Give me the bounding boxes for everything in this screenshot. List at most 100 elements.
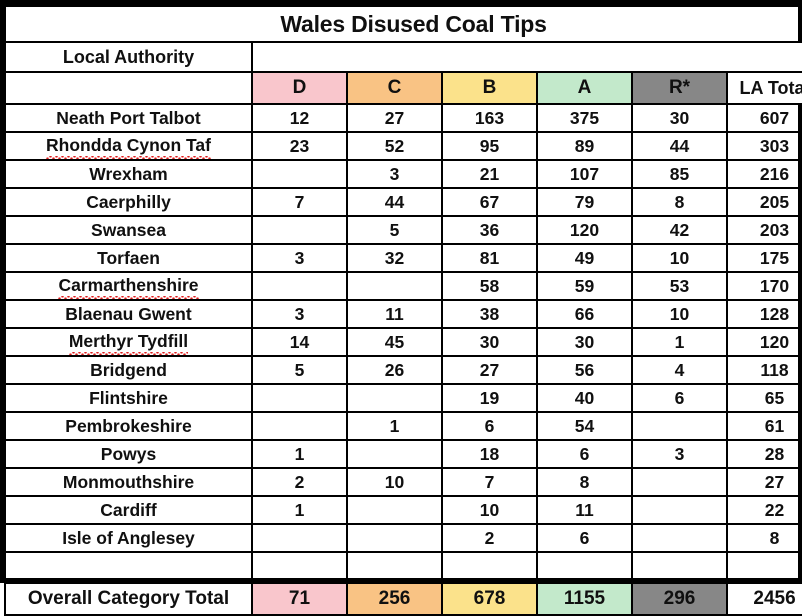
cell-a[interactable]: 8 (536, 467, 633, 497)
authority-name-cell[interactable]: Caerphilly (4, 187, 253, 217)
cell-a[interactable]: 6 (536, 439, 633, 469)
overall-total-r[interactable]: 296 (631, 581, 728, 616)
cell-b[interactable]: 2 (441, 523, 538, 553)
cell-r[interactable] (631, 495, 728, 525)
cell-la-total[interactable]: 128 (725, 299, 802, 329)
cell-a[interactable]: 49 (536, 243, 633, 273)
authority-name-cell[interactable]: Neath Port Talbot (4, 103, 253, 133)
cell-la-total[interactable]: 61 (725, 411, 802, 441)
cell-la-total[interactable]: 175 (725, 243, 802, 273)
cell-r[interactable]: 53 (631, 271, 728, 301)
cell-la-total[interactable]: 216 (725, 159, 802, 189)
cell-la-total[interactable]: 27 (725, 467, 802, 497)
cell-b[interactable]: 95 (441, 131, 538, 161)
cell-d[interactable]: 1 (251, 495, 348, 525)
cell-c[interactable]: 3 (346, 159, 443, 189)
authority-name-cell[interactable]: Blaenau Gwent (4, 299, 253, 329)
authority-name-cell[interactable]: Torfaen (4, 243, 253, 273)
column-header-c[interactable]: C (346, 71, 443, 105)
cell-la-total[interactable]: 118 (725, 355, 802, 385)
cell-r[interactable]: 85 (631, 159, 728, 189)
authority-name-cell[interactable]: Swansea (4, 215, 253, 245)
cell-r[interactable]: 3 (631, 439, 728, 469)
cell-b[interactable]: 27 (441, 355, 538, 385)
authority-name-cell[interactable]: Rhondda Cynon Taf (4, 131, 253, 161)
cell-a[interactable]: 30 (536, 327, 633, 357)
authority-name-cell[interactable]: Monmouthshire (4, 467, 253, 497)
cell-d[interactable]: 3 (251, 299, 348, 329)
column-header-b[interactable]: B (441, 71, 538, 105)
authority-name-cell[interactable]: Pembrokeshire (4, 411, 253, 441)
cell-r[interactable]: 4 (631, 355, 728, 385)
cell-a[interactable]: 11 (536, 495, 633, 525)
cell-r[interactable] (631, 523, 728, 553)
cell-b[interactable]: 38 (441, 299, 538, 329)
cell-c[interactable]: 44 (346, 187, 443, 217)
overall-total-a[interactable]: 1155 (536, 581, 633, 616)
cell-a[interactable]: 56 (536, 355, 633, 385)
authority-name-cell[interactable]: Cardiff (4, 495, 253, 525)
cell-c[interactable]: 1 (346, 411, 443, 441)
cell-d[interactable] (251, 523, 348, 553)
cell-d[interactable] (251, 271, 348, 301)
cell-b[interactable]: 81 (441, 243, 538, 273)
cell-c[interactable] (346, 495, 443, 525)
cell-la-total[interactable]: 22 (725, 495, 802, 525)
cell-r[interactable]: 42 (631, 215, 728, 245)
cell-c[interactable] (346, 383, 443, 413)
cell-d[interactable] (251, 411, 348, 441)
cell-a[interactable]: 79 (536, 187, 633, 217)
cell-a[interactable]: 107 (536, 159, 633, 189)
cell-d[interactable]: 1 (251, 439, 348, 469)
column-header-la-total[interactable]: LA Total (725, 71, 802, 105)
cell-a[interactable]: 54 (536, 411, 633, 441)
cell-d[interactable]: 5 (251, 355, 348, 385)
authority-name-cell[interactable]: Powys (4, 439, 253, 469)
cell-r[interactable]: 10 (631, 299, 728, 329)
cell-a[interactable]: 120 (536, 215, 633, 245)
cell-d[interactable] (251, 159, 348, 189)
cell-la-total[interactable]: 8 (725, 523, 802, 553)
cell-c[interactable]: 10 (346, 467, 443, 497)
cell-d[interactable] (251, 383, 348, 413)
cell-b[interactable]: 67 (441, 187, 538, 217)
overall-total-la-total[interactable]: 2456 (725, 581, 802, 616)
cell-c[interactable]: 5 (346, 215, 443, 245)
cell-a[interactable]: 66 (536, 299, 633, 329)
cell-c[interactable] (346, 439, 443, 469)
cell-d[interactable]: 7 (251, 187, 348, 217)
cell-la-total[interactable]: 205 (725, 187, 802, 217)
authority-name-cell[interactable]: Isle of Anglesey (4, 523, 253, 553)
column-header-r[interactable]: R* (631, 71, 728, 105)
cell-c[interactable]: 11 (346, 299, 443, 329)
overall-total-b[interactable]: 678 (441, 581, 538, 616)
cell-r[interactable] (631, 467, 728, 497)
cell-d[interactable]: 14 (251, 327, 348, 357)
cell-d[interactable]: 23 (251, 131, 348, 161)
cell-b[interactable]: 6 (441, 411, 538, 441)
cell-r[interactable]: 30 (631, 103, 728, 133)
cell-c[interactable]: 52 (346, 131, 443, 161)
authority-name-cell[interactable]: Wrexham (4, 159, 253, 189)
authority-name-cell[interactable]: Merthyr Tydfill (4, 327, 253, 357)
cell-r[interactable]: 6 (631, 383, 728, 413)
authority-name-cell[interactable]: Bridgend (4, 355, 253, 385)
cell-c[interactable]: 45 (346, 327, 443, 357)
cell-b[interactable]: 7 (441, 467, 538, 497)
cell-b[interactable]: 21 (441, 159, 538, 189)
cell-b[interactable]: 18 (441, 439, 538, 469)
cell-la-total[interactable]: 120 (725, 327, 802, 357)
cell-d[interactable] (251, 215, 348, 245)
cell-r[interactable]: 10 (631, 243, 728, 273)
cell-r[interactable] (631, 411, 728, 441)
cell-b[interactable]: 10 (441, 495, 538, 525)
cell-a[interactable]: 89 (536, 131, 633, 161)
cell-la-total[interactable]: 203 (725, 215, 802, 245)
cell-b[interactable]: 36 (441, 215, 538, 245)
cell-c[interactable]: 26 (346, 355, 443, 385)
cell-la-total[interactable]: 170 (725, 271, 802, 301)
cell-la-total[interactable]: 65 (725, 383, 802, 413)
cell-r[interactable]: 1 (631, 327, 728, 357)
overall-total-c[interactable]: 256 (346, 581, 443, 616)
column-header-d[interactable]: D (251, 71, 348, 105)
